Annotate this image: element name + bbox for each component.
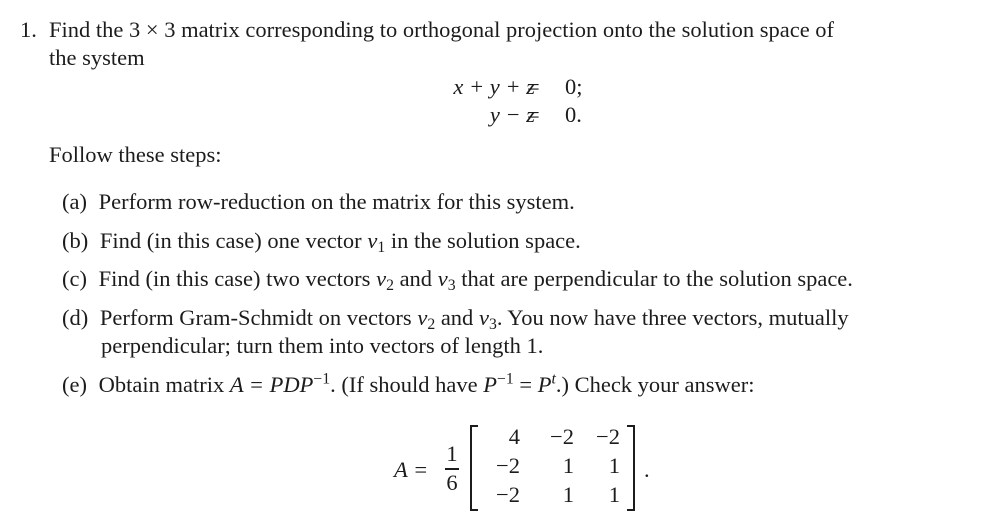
text-part: . (If should have [330, 372, 484, 397]
step-e: (e) Obtain matrix A = PDP−1. (If should … [62, 370, 755, 398]
problem-intro-line2: the system [49, 45, 145, 70]
vector-var: v [376, 266, 387, 291]
step-a: (a) Perform row-reduction on the matrix … [62, 189, 575, 215]
matrix-cell: −2 [496, 482, 520, 507]
vector-var: v [417, 305, 428, 330]
matrix-cell: 1 [562, 482, 574, 507]
subscript: 2 [386, 276, 394, 294]
text-part: and [435, 305, 479, 330]
step-label: (b) [62, 228, 89, 253]
math-expr: A = PDP [229, 372, 314, 397]
subscript: 3 [447, 276, 456, 294]
subscript: 2 [427, 315, 436, 333]
matrix-cell: −2 [496, 453, 520, 478]
answer-lhs-text: A = [394, 457, 429, 482]
equation-lhs: x + y + z [453, 74, 535, 99]
superscript: −1 [313, 370, 331, 388]
step-c: (c) Find (in this case) two vectors v2 a… [62, 266, 853, 295]
step-text: Find (in this case) two vectors v2 and v… [98, 266, 853, 294]
step-label: (e) [62, 372, 87, 397]
matrix-cell: 1 [608, 482, 620, 507]
matrix-cell: 1 [562, 453, 574, 478]
text-part: Find (in this case) one vector [99, 228, 368, 253]
matrix-right-bracket [627, 425, 635, 511]
answer-lhs: A = [394, 457, 428, 483]
text-part: .) Check your answer: [555, 372, 755, 397]
matrix-left-bracket [470, 425, 478, 511]
fraction-denominator: 6 [446, 470, 458, 495]
vector-var: v [437, 266, 448, 291]
step-d: (d) Perform Gram-Schmidt on vectors v2 a… [62, 305, 849, 334]
step-text: Find (in this case) one vector v1 in the… [99, 228, 581, 256]
step-b: (b) Find (in this case) one vector v1 in… [62, 228, 581, 257]
step-label: (c) [62, 266, 87, 291]
equation-equals: = [527, 74, 540, 99]
matrix-cell: −2 [550, 424, 574, 449]
equation-equals: = [527, 102, 540, 127]
text-part: Obtain matrix [98, 372, 230, 397]
text-part: Perform Gram-Schmidt on vectors [99, 305, 418, 330]
vector-var: v [478, 305, 489, 330]
answer-period: . [644, 457, 650, 482]
text-part: = [513, 372, 538, 397]
problem-number: 1. [20, 17, 37, 42]
text-part: Find (in this case) two vectors [98, 266, 377, 291]
text-part: in the solution space. [385, 228, 581, 253]
subscript: 3 [488, 315, 497, 333]
step-label: (a) [62, 189, 87, 214]
follow-steps-label: Follow these steps: [49, 142, 222, 167]
step-label: (d) [62, 305, 89, 330]
subscript: 1 [377, 238, 386, 256]
equation-rhs: 0. [565, 102, 582, 127]
matrix-cell: −2 [596, 424, 620, 449]
step-text: Perform row-reduction on the matrix for … [98, 189, 575, 214]
problem-intro-line1: Find the 3 × 3 matrix corresponding to o… [49, 17, 835, 42]
step-d-line2: perpendicular; turn them into vectors of… [101, 333, 544, 358]
superscript: −1 [496, 370, 514, 388]
math-var: P [483, 372, 497, 397]
text-part: that are perpendicular to the solution s… [455, 266, 853, 291]
step-text: Obtain matrix A = PDP−1. (If should have… [98, 370, 755, 397]
text-part: and [393, 266, 438, 291]
vector-var: v [367, 228, 378, 253]
step-text: Perform Gram-Schmidt on vectors v2 and v… [99, 305, 849, 333]
equation-rhs: 0; [565, 74, 583, 99]
matrix-cell: 1 [608, 453, 620, 478]
math-var: P [537, 372, 552, 397]
text-part: . You now have three vectors, mutually [496, 305, 849, 330]
matrix-cell: 4 [508, 424, 520, 449]
fraction-numerator: 1 [446, 441, 458, 466]
